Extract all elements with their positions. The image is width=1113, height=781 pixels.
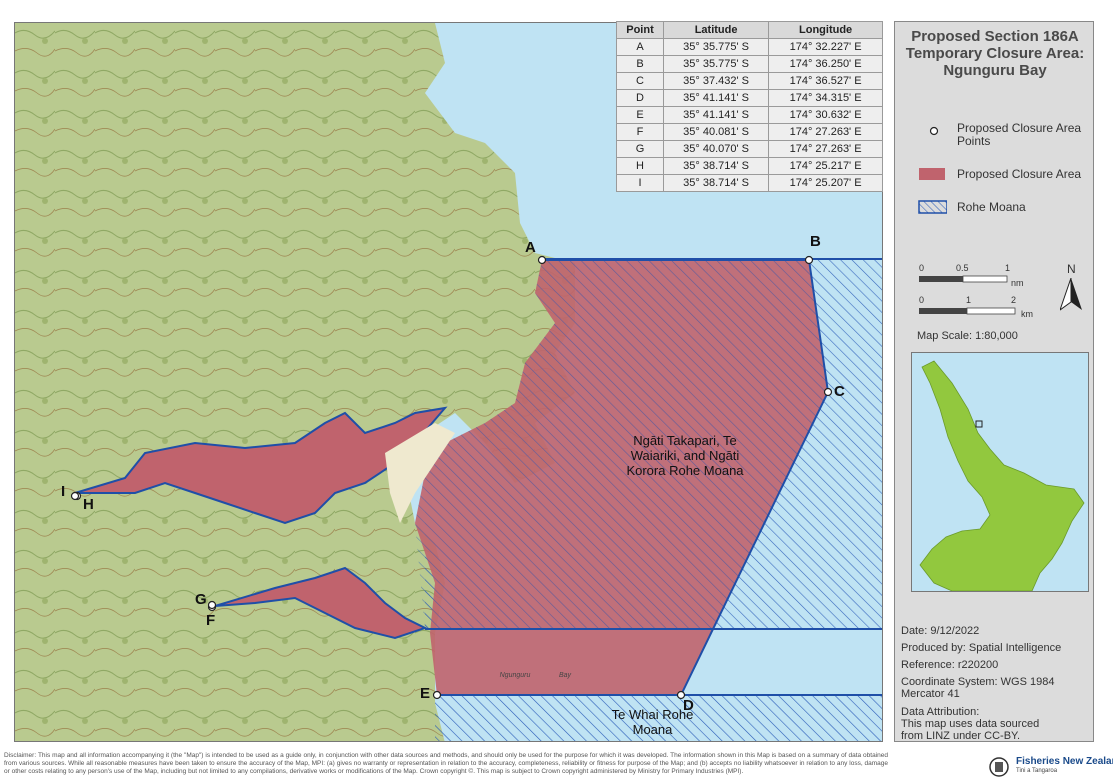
- cell-point: F: [616, 123, 664, 141]
- scale-km-2: 2: [1011, 295, 1017, 305]
- legend-item-area: Proposed Closure Area: [915, 167, 1081, 184]
- cell-latitude: 35° 38.714' S: [662, 157, 770, 175]
- cell-point: E: [616, 106, 664, 124]
- fisheries-logo: Fisheries New Zealand Tini a Tangaroa: [988, 756, 1113, 778]
- header-longitude: Longitude: [768, 21, 883, 39]
- rohe-south-label: Te Whai Rohe Moana: [611, 707, 694, 737]
- cell-point: D: [616, 89, 664, 107]
- scale-km-1: 1: [966, 295, 972, 305]
- header-point: Point: [616, 21, 664, 39]
- date-text: Date: 9/12/2022: [901, 625, 980, 637]
- scale-bar-km: [919, 307, 1016, 315]
- cell-point: H: [616, 157, 664, 175]
- cell-point: I: [616, 174, 664, 192]
- cell-latitude: 35° 35.775' S: [662, 55, 770, 73]
- cell-longitude: 174° 25.207' E: [768, 174, 883, 192]
- cell-longitude: 174° 36.250' E: [768, 55, 883, 73]
- legend-item-points: Proposed Closure Area Points: [915, 122, 1087, 148]
- cell-latitude: 35° 41.141' S: [662, 89, 770, 107]
- coordinates-table: Point Latitude Longitude A 35° 35.775' S1…: [616, 21, 883, 192]
- scale-km-0: 0: [919, 295, 925, 305]
- cell-longitude: 174° 27.263' E: [768, 140, 883, 158]
- coordinate-system-text: Coordinate System: WGS 1984 Mercator 41: [901, 676, 1055, 700]
- point-label-i: I: [61, 483, 66, 500]
- cell-latitude: 35° 37.432' S: [662, 72, 770, 90]
- cell-latitude: 35° 35.775' S: [662, 38, 770, 56]
- point-label-b: B: [810, 233, 821, 250]
- north-label: N: [1067, 262, 1076, 276]
- legend-panel: Proposed Section 186A Temporary Closure …: [894, 21, 1094, 742]
- point-label-a: A: [525, 239, 536, 256]
- cell-latitude: 35° 41.141' S: [662, 106, 770, 124]
- rohe-swatch-icon: [915, 200, 948, 217]
- table-header-row: Point Latitude Longitude: [616, 21, 883, 39]
- cell-point: B: [616, 55, 664, 73]
- area-swatch-icon: [915, 167, 947, 184]
- scale-km-unit: km: [1021, 309, 1033, 319]
- legend-item-rohe: Rohe Moana: [915, 200, 1026, 217]
- cell-longitude: 174° 32.227' E: [768, 38, 883, 56]
- table-row: B 35° 35.775' S 174° 36.250' E: [616, 55, 883, 73]
- cell-longitude: 174° 34.315' E: [768, 89, 883, 107]
- logo-subtitle: Tini a Tangaroa: [1016, 768, 1058, 774]
- cell-latitude: 35° 40.070' S: [662, 140, 770, 158]
- table-row: H 35° 38.714' S 174° 25.217' E: [616, 157, 883, 175]
- scale-nm-2: 1: [1005, 263, 1011, 273]
- north-arrow-icon: [1060, 278, 1082, 311]
- attribution-title: Data Attribution:: [901, 706, 980, 718]
- attribution-text: This map uses data sourced from LINZ und…: [901, 718, 1040, 742]
- table-row: A 35° 35.775' S 174° 32.227' E: [616, 38, 883, 56]
- point-label-c: C: [834, 383, 845, 400]
- table-row: G 35° 40.070' S 174° 27.263' E: [616, 140, 883, 158]
- point-label-f: F: [206, 612, 216, 629]
- scale-bar-nm: [919, 275, 1008, 283]
- rohe-north-label: Ngāti Takapari, Te Waiariki, and Ngāti K…: [626, 433, 744, 478]
- bay-label-bay: Bay: [558, 672, 572, 679]
- scale-nm-0: 0: [919, 263, 925, 273]
- legend-label-area: Proposed Closure Area: [957, 167, 1082, 181]
- table-row: D 35° 41.141' S 174° 34.315' E: [616, 89, 883, 107]
- header-latitude: Latitude: [662, 21, 770, 39]
- reference-text: Reference: r220200: [901, 659, 999, 671]
- inset-map: [911, 352, 1089, 592]
- cell-latitude: 35° 38.714' S: [662, 174, 770, 192]
- table-row: F 35° 40.081' S 174° 27.263' E: [616, 123, 883, 141]
- bay-label-ngunguru: Ngunguru: [499, 672, 531, 679]
- point-symbol-icon: [915, 122, 945, 141]
- location-marker: [975, 420, 983, 428]
- map-title: Proposed Section 186A Temporary Closure …: [905, 28, 1085, 79]
- table-row: I 35° 38.714' S 174° 25.207' E: [616, 174, 883, 192]
- north-island-map: [919, 360, 1085, 591]
- point-label-e: E: [420, 685, 431, 702]
- scale-nm-1: 0.5: [956, 263, 969, 273]
- scale-nm-unit: nm: [1011, 278, 1024, 288]
- table-row: E 35° 41.141' S 174° 30.632' E: [616, 106, 883, 124]
- map-scale-text: Map Scale: 1:80,000: [917, 330, 1018, 342]
- cell-point: A: [616, 38, 664, 56]
- cell-point: G: [616, 140, 664, 158]
- crest-icon: [989, 757, 1009, 777]
- disclaimer-text: Disclaimer: This map and all information…: [4, 752, 888, 775]
- cell-longitude: 174° 36.527' E: [768, 72, 883, 90]
- logo-name: Fisheries New Zealand: [1016, 756, 1113, 767]
- point-label-g: G: [195, 591, 207, 608]
- cell-longitude: 174° 30.632' E: [768, 106, 883, 124]
- cell-longitude: 174° 25.217' E: [768, 157, 883, 175]
- legend-label-rohe: Rohe Moana: [957, 200, 1026, 214]
- point-label-h: H: [83, 496, 94, 513]
- legend-label-points: Proposed Closure Area Points: [957, 121, 1082, 148]
- cell-point: C: [616, 72, 664, 90]
- cell-latitude: 35° 40.081' S: [662, 123, 770, 141]
- cell-longitude: 174° 27.263' E: [768, 123, 883, 141]
- table-row: C 35° 37.432' S 174° 36.527' E: [616, 72, 883, 90]
- produced-by-text: Produced by: Spatial Intelligence: [901, 642, 1062, 654]
